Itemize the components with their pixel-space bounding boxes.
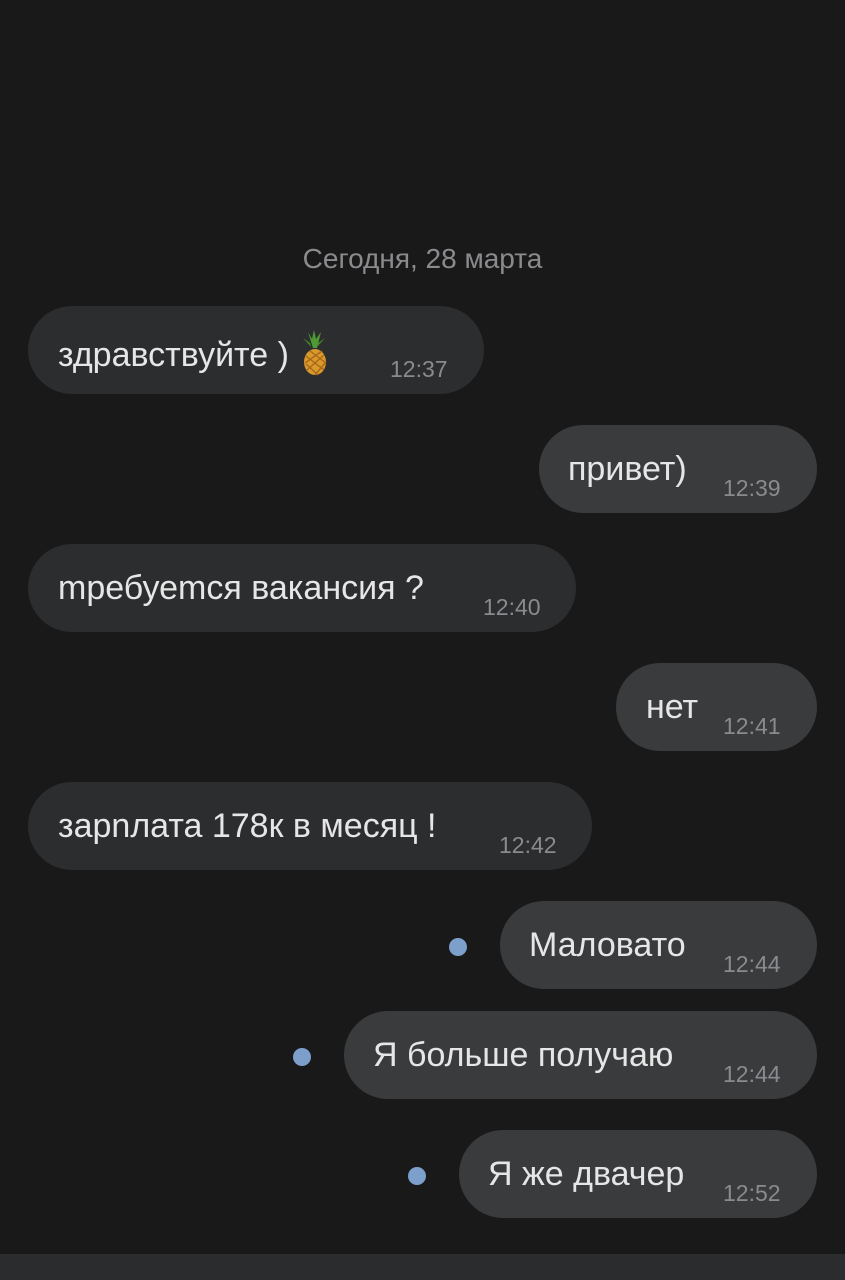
message-text: Я же двачер	[488, 1155, 685, 1193]
message-bubble-outgoing[interactable]: нет 12:41	[616, 663, 817, 751]
message-bubble-outgoing[interactable]: Я больше получаю 12:44	[344, 1011, 817, 1099]
message-input-bar[interactable]	[0, 1254, 845, 1280]
message-bubble-incoming[interactable]: зарnлата 178к в месяц ! 12:42	[28, 782, 592, 870]
date-separator: Сегодня, 28 марта	[302, 243, 543, 274]
message-bubble-incoming[interactable]: здравствуйте ) 12:37	[28, 306, 484, 394]
message-time: 12:40	[483, 594, 541, 620]
message-bubble-outgoing[interactable]: Я же двачер 12:52	[459, 1130, 817, 1218]
message-time: 12:52	[723, 1180, 781, 1206]
message-time: 12:41	[723, 713, 781, 739]
message-text: Маловато	[529, 926, 686, 964]
pineapple-icon	[293, 330, 335, 376]
unread-indicator-icon	[449, 938, 467, 956]
unread-indicator-icon	[293, 1048, 311, 1066]
message-bubble-outgoing[interactable]: привет) 12:39	[539, 425, 817, 513]
unread-indicator-icon	[408, 1167, 426, 1185]
message-time: 12:39	[723, 475, 781, 501]
message-time: 12:44	[723, 951, 781, 977]
message-text: mребуеmся вакансия ?	[58, 569, 424, 607]
message-bubble-incoming[interactable]: mребуеmся вакансия ? 12:40	[28, 544, 576, 632]
message-time: 12:44	[723, 1061, 781, 1087]
message-text: зарnлата 178к в месяц !	[58, 807, 437, 845]
message-text: здравствуйте )	[58, 336, 289, 374]
message-time: 12:42	[499, 832, 557, 858]
message-bubble-outgoing[interactable]: Маловато 12:44	[500, 901, 817, 989]
message-text: Я больше получаю	[373, 1036, 674, 1074]
message-text: нет	[646, 688, 699, 726]
message-text: привет)	[568, 450, 687, 488]
message-time: 12:37	[390, 356, 448, 382]
